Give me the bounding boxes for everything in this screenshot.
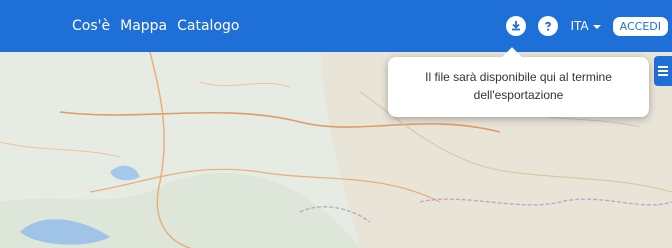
hamburger-menu-icon [658,64,668,78]
language-selector[interactable]: ITA [570,19,601,33]
main-nav: Cos'è Mappa Catalogo [72,0,239,52]
download-button[interactable] [506,16,527,36]
chevron-down-icon [592,25,601,29]
layers-menu-button[interactable] [654,56,672,86]
nav-item-mappa[interactable]: Mappa [120,18,167,34]
tooltip-text: Il file sarà disponibile qui al termine … [425,70,612,102]
nav-item-catalogo[interactable]: Catalogo [177,18,239,34]
language-label: ITA [570,19,589,33]
download-icon [512,21,521,31]
login-button[interactable]: ACCEDI [612,16,668,36]
header-actions: ITA ACCEDI [506,0,672,52]
top-navigation-bar: Cos'è Mappa Catalogo ITA ACCEDI [0,0,672,52]
help-icon [545,21,552,31]
export-tooltip: Il file sarà disponibile qui al termine … [388,57,649,117]
nav-item-cos-e[interactable]: Cos'è [72,18,110,34]
help-button[interactable] [538,16,559,36]
